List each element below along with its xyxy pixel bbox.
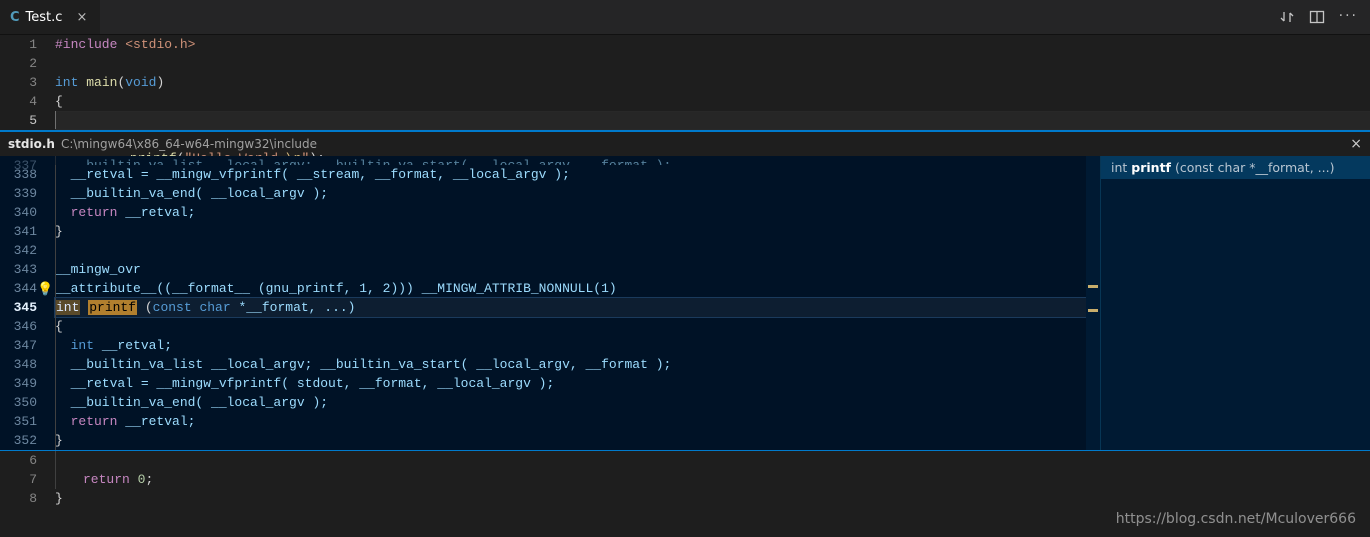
line-number: 5 xyxy=(0,111,37,130)
brace: { xyxy=(55,94,63,109)
peek-code-line[interactable]: __builtin_va_end( __local_argv ); xyxy=(55,184,1086,203)
peek-text: __attribute__((__format__ (gnu_printf, 1… xyxy=(55,281,617,296)
line-number: 337 xyxy=(0,156,37,165)
kw-void: void xyxy=(125,75,156,90)
peek-reference-item[interactable]: int printf (const char *__format, ...) xyxy=(1101,156,1370,179)
peek-code-line[interactable]: } xyxy=(55,431,1086,450)
peek-code-line[interactable] xyxy=(55,241,1086,260)
peek-text: __builtin_va_end( __local_argv ); xyxy=(55,186,328,201)
line-number: 3 xyxy=(0,73,37,92)
peek-text: __retval = __mingw_vfprintf( stdout, __f… xyxy=(55,376,554,391)
watermark: https://blog.csdn.net/Mculover666 xyxy=(1116,511,1356,527)
code-line[interactable] xyxy=(55,451,1370,470)
peek-code-line[interactable]: __retval = __mingw_vfprintf( __stream, _… xyxy=(55,165,1086,184)
peek-code-line[interactable]: __builtin_va_end( __local_argv ); xyxy=(55,393,1086,412)
peek-references-list[interactable]: int printf (const char *__format, ...) xyxy=(1100,156,1370,450)
peek-body: 3373383393403413423433443453463473483493… xyxy=(0,156,1370,450)
line-number: 339 xyxy=(0,184,37,203)
line-number: 351 xyxy=(0,412,37,431)
ref-pre: int xyxy=(1111,160,1131,175)
code-line[interactable]: int main(void) xyxy=(55,73,1370,92)
line-number: 6 xyxy=(0,451,37,470)
gutter-bottom: 6 7 8 xyxy=(0,451,55,508)
tab-group: C Test.c × xyxy=(0,0,100,34)
paren: ) xyxy=(156,75,164,90)
peek-text: __builtin_va_end( __local_argv ); xyxy=(55,395,328,410)
line-number: 8 xyxy=(0,489,37,508)
line-number: 346 xyxy=(0,317,37,336)
lightbulb-icon[interactable]: 💡 xyxy=(37,280,53,299)
line-number: 347 xyxy=(0,336,37,355)
peek-gutter: 3373383393403413423433443453463473483493… xyxy=(0,156,55,450)
peek-close-icon[interactable]: × xyxy=(1350,136,1362,152)
peek-code-line[interactable]: __mingw_ovr xyxy=(55,260,1086,279)
code-line[interactable]: return 0; xyxy=(55,470,1370,489)
peek-code-line[interactable]: } xyxy=(55,222,1086,241)
ref-post: (const char *__format, ...) xyxy=(1171,160,1334,175)
kw-int: int xyxy=(55,75,78,90)
split-editor-icon[interactable] xyxy=(1309,9,1325,25)
peek-code-line[interactable]: __builtin_va_list __local_argv; __builti… xyxy=(55,156,1086,165)
line-number: 343 xyxy=(0,260,37,279)
peek-decl-line[interactable]: int printf (const char *__format, ...) xyxy=(55,298,1086,317)
tab-test-c[interactable]: C Test.c × xyxy=(0,0,100,34)
line-number: 350 xyxy=(0,393,37,412)
include-file: <stdio.h> xyxy=(125,37,195,52)
code-line[interactable] xyxy=(55,54,1370,73)
peek-text: __retval = __mingw_vfprintf( __stream, _… xyxy=(55,167,570,182)
line-number: 345 xyxy=(0,298,37,317)
line-number: 7 xyxy=(0,470,37,489)
editor-main-top[interactable]: 1 2 3 4 5 #include <stdio.h> int main(vo… xyxy=(0,35,1370,130)
tab-filename: Test.c xyxy=(26,10,63,25)
more-actions-icon[interactable]: ··· xyxy=(1339,9,1358,25)
peek-filename[interactable]: stdio.h xyxy=(8,137,55,151)
code-top[interactable]: #include <stdio.h> int main(void) { prin… xyxy=(55,35,1370,130)
peek-code-line[interactable]: { xyxy=(55,317,1086,336)
peek-code-line[interactable]: __retval = __mingw_vfprintf( stdout, __f… xyxy=(55,374,1086,393)
peek-text: __builtin_va_list __local_argv; __builti… xyxy=(55,357,671,372)
close-icon[interactable]: × xyxy=(76,10,87,25)
brace: } xyxy=(55,491,63,506)
peek-text: __mingw_ovr xyxy=(55,262,141,277)
peek-code-line[interactable]: 💡__attribute__((__format__ (gnu_printf, … xyxy=(55,279,1086,298)
kw-return: return xyxy=(83,472,130,487)
line-number: 340 xyxy=(0,203,37,222)
line-number: 344 xyxy=(0,279,37,298)
decl-int: int xyxy=(55,300,80,315)
peek-code[interactable]: __builtin_va_list __local_argv; __builti… xyxy=(55,156,1086,450)
line-number: 349 xyxy=(0,374,37,393)
line-number: 352 xyxy=(0,431,37,450)
decl-printf: printf xyxy=(88,300,137,315)
compare-changes-icon[interactable] xyxy=(1279,9,1295,25)
peek-scrollbar[interactable] xyxy=(1086,156,1100,450)
tab-bar: C Test.c × ··· xyxy=(0,0,1370,35)
line-number: 1 xyxy=(0,35,37,54)
peek-view: stdio.h C:\mingw64\x86_64-w64-mingw32\in… xyxy=(0,130,1370,451)
include-directive: #include xyxy=(55,37,117,52)
ref-match: printf xyxy=(1131,160,1171,175)
code-line-active[interactable]: printf("Hello World.\n"); xyxy=(55,111,1370,130)
line-number: 4 xyxy=(0,92,37,111)
peek-editor[interactable]: 3373383393403413423433443453463473483493… xyxy=(0,156,1100,450)
semicolon: ; xyxy=(145,472,153,487)
line-number: 341 xyxy=(0,222,37,241)
line-number: 342 xyxy=(0,241,37,260)
peek-code-line[interactable]: __builtin_va_list __local_argv; __builti… xyxy=(55,355,1086,374)
code-line[interactable]: { xyxy=(55,92,1370,111)
editor-main-bottom[interactable]: 6 7 8 return 0; } xyxy=(0,451,1370,508)
peek-text: __builtin_va_list __local_argv; __builti… xyxy=(55,158,671,165)
code-bottom[interactable]: return 0; } xyxy=(55,451,1370,508)
peek-code-line[interactable]: int __retval; xyxy=(55,336,1086,355)
fn-main: main xyxy=(86,75,117,90)
peek-code-line[interactable]: return __retval; xyxy=(55,412,1086,431)
line-number: 348 xyxy=(0,355,37,374)
code-line[interactable]: #include <stdio.h> xyxy=(55,35,1370,54)
peek-code-line[interactable]: return __retval; xyxy=(55,203,1086,222)
code-line[interactable]: } xyxy=(55,489,1370,508)
gutter-top: 1 2 3 4 5 xyxy=(0,35,55,130)
c-file-icon: C xyxy=(10,10,20,25)
title-actions: ··· xyxy=(1279,9,1370,25)
line-number: 2 xyxy=(0,54,37,73)
